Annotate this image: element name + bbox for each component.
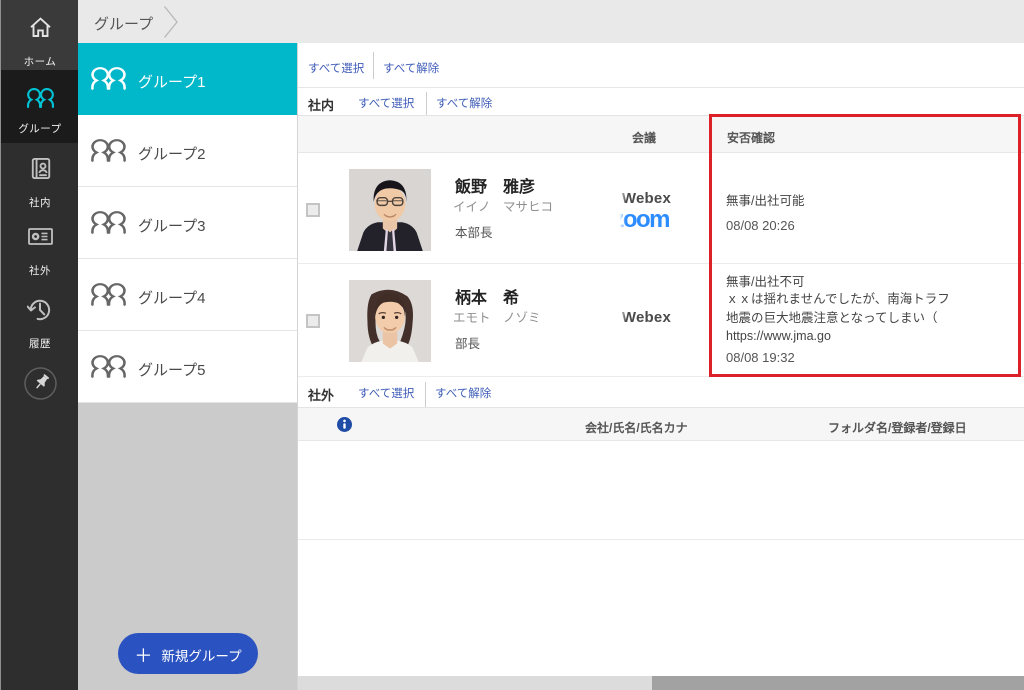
- divider: [425, 382, 426, 407]
- sidebar-item-history[interactable]: 履歴: [1, 283, 79, 353]
- breadcrumb[interactable]: グループ: [94, 13, 153, 34]
- group-icon: [91, 283, 126, 306]
- member-row-emoto[interactable]: 柄本 希 エモト ノゾミ 部長 Webex 無事/出社不可 ｘｘは揺れませんでし…: [298, 264, 1024, 377]
- pin-icon: [24, 367, 57, 400]
- select-all-link[interactable]: すべて選択: [308, 60, 364, 76]
- sidebar-item-home[interactable]: ホーム: [1, 0, 79, 70]
- sidebar-label-internal: 社内: [1, 195, 79, 210]
- sidebar-pin-button[interactable]: [1, 367, 79, 400]
- internal-select-all-link[interactable]: すべて選択: [358, 95, 414, 111]
- member-name: 飯野 雅彦: [455, 173, 535, 197]
- member-row-iino[interactable]: 飯野 雅彦 イイノ マサヒコ 本部長 Webex zoom 無事/出社可能 08…: [298, 153, 1024, 264]
- column-header-company: 会社/氏名/氏名カナ: [585, 419, 688, 436]
- new-group-button[interactable]: ＋ 新規グループ: [118, 633, 258, 674]
- group-label: グループ4: [138, 287, 205, 308]
- external-clear-all-link[interactable]: すべて解除: [435, 385, 491, 401]
- group-list-item-3[interactable]: グループ3: [78, 187, 297, 259]
- meeting-cell: Webex: [618, 264, 672, 376]
- external-select-all-link[interactable]: すべて選択: [358, 385, 414, 401]
- app-window: ホーム グループ 社内 社外 履歴 グループ グループ1: [0, 0, 1024, 690]
- group-label: グループ1: [138, 71, 205, 92]
- divider: [373, 52, 374, 79]
- group-label: グループ2: [138, 143, 205, 164]
- member-kana: イイノ マサヒコ: [453, 196, 553, 215]
- group-list-item-2[interactable]: グループ2: [78, 115, 297, 187]
- member-checkbox[interactable]: [306, 203, 320, 217]
- selection-toolbar: すべて選択 すべて解除: [298, 43, 1024, 88]
- column-header-safety: 安否確認: [727, 129, 775, 146]
- new-group-label: 新規グループ: [161, 649, 241, 664]
- member-job-title: 本部長: [455, 222, 493, 241]
- safety-cell: 無事/出社可能 08/08 20:26: [726, 153, 1016, 263]
- internal-clear-all-link[interactable]: すべて解除: [436, 95, 492, 111]
- home-icon: [28, 15, 53, 39]
- plus-icon: ＋: [134, 646, 152, 666]
- group-list: グループ1 グループ2 グループ3 グループ4 グループ5 ＋ 新規グループ: [78, 43, 298, 690]
- group-label: グループ5: [138, 359, 205, 380]
- address-book-icon: [28, 156, 53, 181]
- member-job-title: 部長: [455, 333, 480, 352]
- scrollbar-thumb[interactable]: [652, 676, 1024, 690]
- horizontal-scrollbar[interactable]: [298, 676, 1024, 690]
- info-icon[interactable]: [337, 417, 352, 432]
- safety-message: ｘｘは揺れませんでしたが、南海トラフ 地震の巨大地震注意となってしまい（ htt…: [726, 290, 1016, 346]
- internal-section-title: 社内: [308, 95, 334, 114]
- column-header-meeting: 会議: [632, 129, 656, 146]
- divider: [426, 92, 427, 117]
- group-icon: [91, 139, 126, 162]
- fade-overlay: [618, 264, 626, 376]
- group-list-item-1[interactable]: グループ1: [78, 43, 297, 115]
- meeting-cell: Webex zoom: [618, 153, 672, 263]
- member-checkbox[interactable]: [306, 314, 320, 328]
- group-icon: [91, 211, 126, 234]
- external-empty-row: [298, 441, 1024, 540]
- sidebar-label-groups: グループ: [1, 121, 79, 136]
- breadcrumb-bar: グループ: [78, 0, 1024, 43]
- group-list-item-5[interactable]: グループ5: [78, 331, 297, 403]
- safety-status: 無事/出社可能: [726, 190, 804, 209]
- internal-section-bar: 社内 すべて選択 すべて解除: [298, 88, 1024, 115]
- webex-logo: Webex: [622, 190, 671, 207]
- safety-message-line: ｘｘは揺れませんでしたが、南海トラフ: [726, 290, 1016, 309]
- sidebar-label-external: 社外: [1, 263, 79, 278]
- group-icon: [91, 355, 126, 378]
- external-section-title: 社外: [308, 385, 334, 404]
- member-photo: [348, 169, 432, 251]
- group-label: グループ3: [138, 215, 205, 236]
- sidebar-item-groups[interactable]: グループ: [1, 70, 79, 143]
- safety-message-line: 地震の巨大地震注意となってしまい（: [726, 309, 1016, 328]
- fade-overlay: [618, 153, 626, 263]
- group-list-item-4[interactable]: グループ4: [78, 259, 297, 331]
- member-photo: [348, 280, 432, 362]
- main-content: すべて選択 すべて解除 社内 すべて選択 すべて解除 会議 安否確認: [298, 43, 1024, 690]
- history-icon: [27, 297, 53, 322]
- clear-all-link[interactable]: すべて解除: [383, 60, 439, 76]
- sidebar: ホーム グループ 社内 社外 履歴: [0, 0, 78, 690]
- chevron-right-icon: [163, 5, 179, 39]
- member-name: 柄本 希: [455, 284, 519, 308]
- sidebar-label-home: ホーム: [1, 54, 79, 69]
- safety-timestamp: 08/08 19:32: [726, 350, 795, 365]
- groups-icon: [27, 88, 54, 108]
- external-section-bar: 社外 すべて選択 すべて解除: [298, 377, 1024, 407]
- external-table-header: 会社/氏名/氏名カナ フォルダ名/登録者/登録日: [298, 407, 1024, 441]
- safety-message-line: https://www.jma.go: [726, 327, 1016, 346]
- internal-table-header: 会議 安否確認: [298, 115, 1024, 153]
- business-card-icon: [28, 228, 53, 245]
- member-kana: エモト ノゾミ: [453, 307, 541, 326]
- sidebar-item-internal[interactable]: 社内: [1, 143, 79, 213]
- safety-status: 無事/出社不可: [726, 271, 804, 290]
- webex-logo: Webex: [622, 309, 671, 326]
- group-icon: [91, 67, 126, 90]
- safety-cell: 無事/出社不可 ｘｘは揺れませんでしたが、南海トラフ 地震の巨大地震注意となって…: [726, 264, 1016, 376]
- safety-timestamp: 08/08 20:26: [726, 218, 795, 233]
- column-header-folder: フォルダ名/登録者/登録日: [828, 419, 967, 436]
- sidebar-item-external[interactable]: 社外: [1, 213, 79, 283]
- sidebar-label-history: 履歴: [1, 336, 79, 351]
